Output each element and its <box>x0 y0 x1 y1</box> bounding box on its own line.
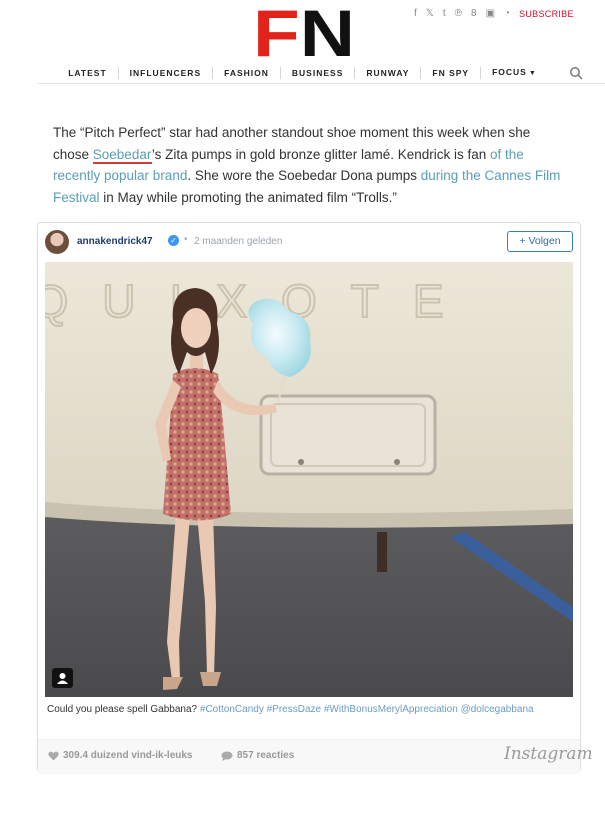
nav-item-business[interactable]: BUSINESS <box>281 67 356 79</box>
nav-item-influencers[interactable]: INFLUENCERS <box>119 67 214 79</box>
speech-bubble-icon <box>221 751 233 761</box>
article-text-3: . She wore the Soebedar Dona pumps <box>187 168 421 183</box>
follow-button[interactable]: + Volgen <box>507 231 573 252</box>
likes-label: 309.4 duizend vind-ik-leuks <box>63 750 193 761</box>
post-timestamp[interactable]: 2 maanden geleden <box>194 236 282 247</box>
fn-logo[interactable]: FN <box>253 4 355 60</box>
comments-count[interactable]: 857 reacties <box>221 750 294 761</box>
nav-item-latest[interactable]: LATEST <box>57 67 119 79</box>
instagram-icon[interactable]: ▣ <box>486 8 495 19</box>
social-links: f 𝕏 t ℗ 8 ▣ ◔ SUBSCRIBE <box>414 8 574 19</box>
embed-header: annakendrick47 ✓ • 2 maanden geleden + V… <box>38 223 580 261</box>
caption-hashtags[interactable]: #CottonCandy #PressDaze #WithBonusMerylA… <box>200 704 534 715</box>
subscribe-link[interactable]: SUBSCRIBE <box>519 9 574 19</box>
likes-count[interactable]: 309.4 duizend vind-ik-leuks <box>48 750 192 761</box>
heart-icon <box>48 751 59 760</box>
instagram-wordmark[interactable]: Instagram <box>504 744 593 764</box>
avatar[interactable] <box>45 230 69 254</box>
tumblr-icon[interactable]: t <box>443 8 446 19</box>
embed-footer: 309.4 duizend vind-ik-leuks 857 reacties… <box>38 739 593 772</box>
search-icon[interactable] <box>569 66 583 80</box>
nav-item-focus[interactable]: FOCUS ▼ <box>481 66 548 80</box>
comments-label: 857 reacties <box>237 750 295 761</box>
nav-item-fashion[interactable]: FASHION <box>213 67 281 79</box>
nav-item-runway[interactable]: RUNWAY <box>355 67 422 79</box>
header-divider <box>38 83 605 84</box>
site-header: FN f 𝕏 t ℗ 8 ▣ ◔ SUBSCRIBE LATEST INFLUE… <box>0 0 605 90</box>
facebook-icon[interactable]: f <box>414 8 417 19</box>
soebedar-link[interactable]: Soebedar <box>92 146 152 164</box>
googleplus-icon[interactable]: 8 <box>471 8 477 19</box>
nav-item-fn-spy[interactable]: FN SPY <box>421 67 482 79</box>
verified-badge-icon: ✓ <box>168 235 179 246</box>
main-nav: LATEST INFLUENCERS FASHION BUSINESS RUNW… <box>0 62 605 84</box>
caption-text: Could you please spell Gabbana? <box>47 704 200 715</box>
post-photo-illustration: QUIXOTE <box>45 262 573 697</box>
twitter-icon[interactable]: 𝕏 <box>426 8 434 19</box>
instagram-embed: annakendrick47 ✓ • 2 maanden geleden + V… <box>37 222 593 772</box>
separator-dot: • <box>184 234 188 245</box>
rss-icon[interactable]: ◔ <box>504 8 510 19</box>
post-photo[interactable]: QUIXOTE <box>45 262 573 697</box>
username-link[interactable]: annakendrick47 <box>77 236 153 247</box>
caret-down-icon: ▼ <box>528 70 537 77</box>
pinterest-icon[interactable]: ℗ <box>455 8 462 19</box>
article-text-4: in May while promoting the animated film… <box>99 189 397 205</box>
post-caption: Could you please spell Gabbana? #CottonC… <box>47 703 567 717</box>
article-text-2: ’s Zita pumps in gold bronze glitter lam… <box>151 146 491 162</box>
user-tag-icon[interactable] <box>52 668 73 688</box>
nav-item-focus-label: FOCUS <box>492 67 527 77</box>
article-paragraph: The “Pitch Perfect” star had another sta… <box>53 122 563 208</box>
